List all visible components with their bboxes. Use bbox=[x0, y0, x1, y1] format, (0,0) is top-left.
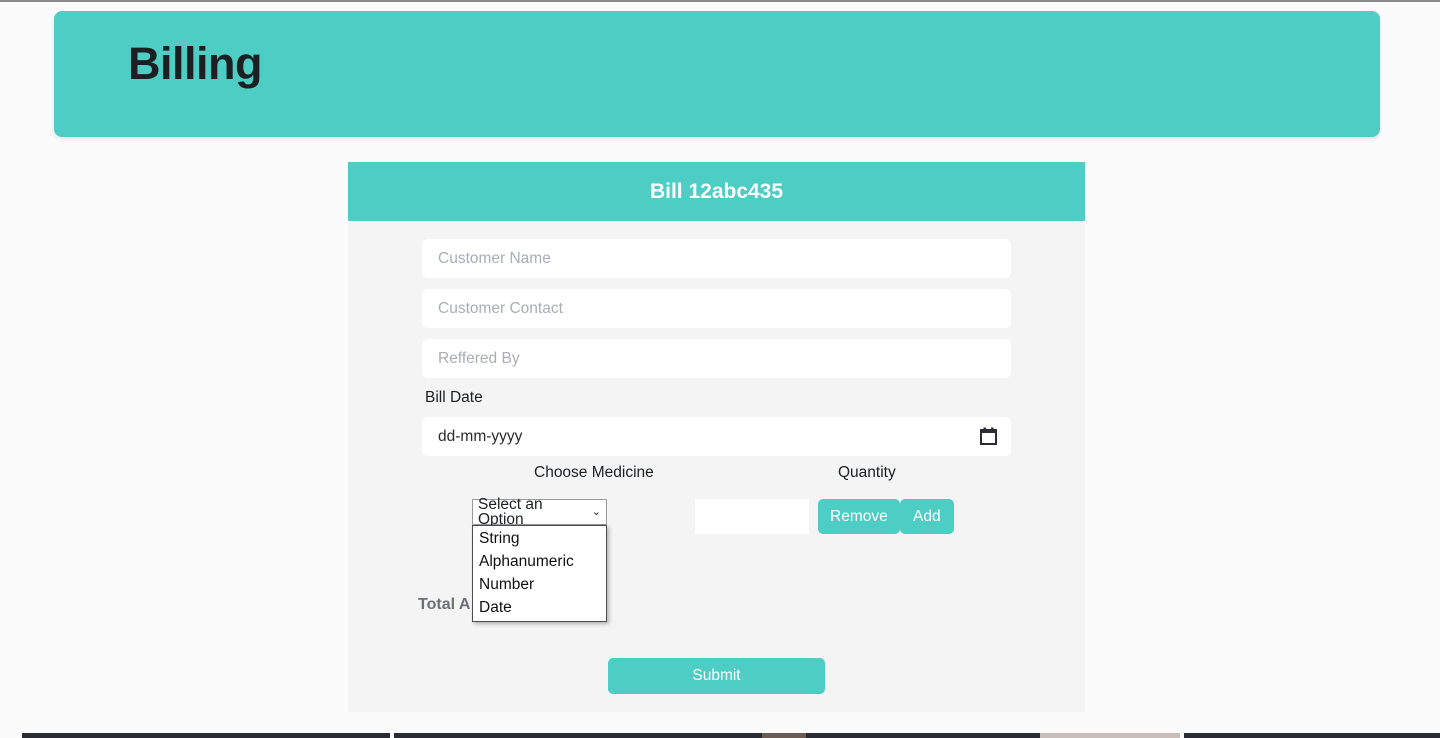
chevron-down-icon: ⌄ bbox=[591, 505, 601, 518]
bill-card: Bill 12abc435 Bill Date dd-mm-yyyy Choos… bbox=[348, 162, 1085, 712]
bottom-segment bbox=[1180, 733, 1184, 738]
quantity-input[interactable] bbox=[695, 499, 809, 534]
dropdown-option[interactable]: Alphanumeric bbox=[473, 550, 606, 573]
total-amount-label: Total A bbox=[418, 596, 471, 613]
app-page: Billing Bill 12abc435 Bill Date dd-mm-yy… bbox=[0, 0, 1440, 738]
bill-card-header: Bill 12abc435 bbox=[348, 162, 1085, 221]
remove-item-button[interactable]: Remove bbox=[818, 499, 900, 534]
bottom-segment bbox=[0, 733, 22, 738]
item-row-labels: Choose Medicine Quantity bbox=[422, 464, 1011, 490]
item-row-controls: Select an Option ⌄ String Alphanumeric N… bbox=[422, 495, 1011, 622]
choose-medicine-label: Choose Medicine bbox=[534, 464, 654, 481]
dropdown-option[interactable]: Number bbox=[473, 573, 606, 596]
bill-date-placeholder-text: dd-mm-yyyy bbox=[438, 427, 523, 445]
bill-id-title: Bill 12abc435 bbox=[649, 179, 784, 203]
bottom-chrome-bar bbox=[0, 733, 1440, 738]
bottom-segment bbox=[762, 733, 806, 738]
customer-contact-input[interactable] bbox=[422, 289, 1011, 328]
bottom-segment bbox=[1040, 733, 1180, 738]
medicine-select[interactable]: Select an Option ⌄ bbox=[472, 495, 607, 528]
page-banner: Billing bbox=[54, 11, 1380, 137]
calendar-icon[interactable] bbox=[980, 427, 997, 445]
quantity-label: Quantity bbox=[838, 464, 896, 481]
bill-card-body: Bill Date dd-mm-yyyy Choose Medicine Qua… bbox=[348, 221, 1085, 622]
bill-date-label: Bill Date bbox=[425, 389, 483, 406]
page-title: Billing bbox=[128, 38, 262, 89]
medicine-select-value: Select an Option bbox=[478, 495, 543, 528]
top-divider bbox=[0, 0, 1440, 2]
add-item-button[interactable]: Add bbox=[900, 499, 954, 534]
bill-date-input[interactable]: dd-mm-yyyy bbox=[422, 417, 1011, 456]
dropdown-option[interactable]: Date bbox=[473, 596, 606, 619]
submit-button[interactable]: Submit bbox=[608, 658, 825, 694]
customer-name-input[interactable] bbox=[422, 239, 1011, 278]
dropdown-option[interactable]: String bbox=[473, 527, 606, 550]
referred-by-input[interactable] bbox=[422, 339, 1011, 378]
medicine-dropdown-list[interactable]: String Alphanumeric Number Date bbox=[472, 525, 607, 622]
submit-row: Submit bbox=[348, 658, 1085, 694]
bottom-segment bbox=[390, 733, 394, 738]
